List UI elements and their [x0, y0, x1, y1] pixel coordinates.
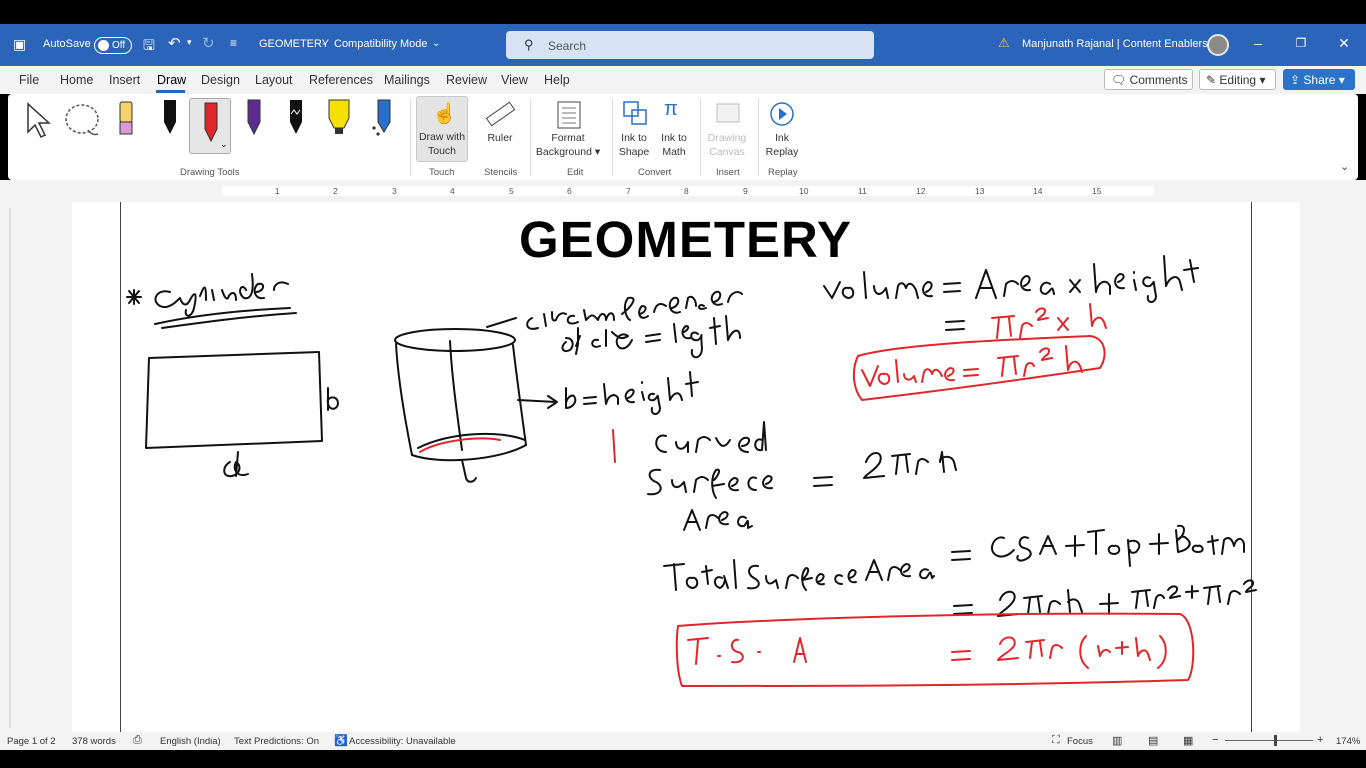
ink-drawing [126, 255, 1257, 687]
circumference-ink [526, 290, 743, 359]
proofing-icon[interactable]: ⎙ [133, 734, 142, 747]
web-layout-icon[interactable]: ▦ [1183, 734, 1193, 747]
accessibility-icon[interactable]: ♿ [334, 734, 348, 747]
status-bar: Page 1 of 2 378 words ⎙ English (India) … [0, 732, 1366, 750]
zoom-in-icon[interactable]: + [1317, 734, 1323, 746]
zoom-slider[interactable] [1225, 735, 1313, 746]
focus-label[interactable]: Focus [1067, 736, 1093, 747]
volume-ink [823, 255, 1199, 331]
page-count[interactable]: Page 1 of 2 [7, 736, 56, 747]
cylinder-sketch [394, 317, 558, 483]
curved-surface-area-ink [647, 421, 957, 531]
language[interactable]: English (India) [160, 736, 221, 747]
b-equals-height-ink [565, 371, 699, 415]
accessibility-status[interactable]: Accessibility: Unavailable [349, 736, 456, 747]
zoom-level[interactable]: 174% [1336, 736, 1360, 747]
print-layout-icon[interactable]: ▤ [1148, 734, 1158, 747]
rectangle-sketch [145, 351, 339, 478]
focus-icon[interactable]: ⛶ [1052, 734, 1060, 747]
total-surface-area-ink [663, 524, 1257, 617]
zoom-out-icon[interactable]: − [1212, 734, 1218, 746]
word-window: ▣ AutoSave Off 🖫 ↶ ▾ ↻ ≡ GEOMETERY - Com… [0, 0, 1366, 768]
red-ink [419, 303, 1195, 687]
screen-bottom-border [0, 750, 1366, 768]
text-predictions[interactable]: Text Predictions: On [234, 736, 319, 747]
cylinder-heading-ink [126, 273, 297, 329]
read-mode-icon[interactable]: ▥ [1112, 734, 1122, 747]
word-count[interactable]: 378 words [72, 736, 116, 747]
zoom-slider-thumb[interactable] [1274, 735, 1277, 746]
